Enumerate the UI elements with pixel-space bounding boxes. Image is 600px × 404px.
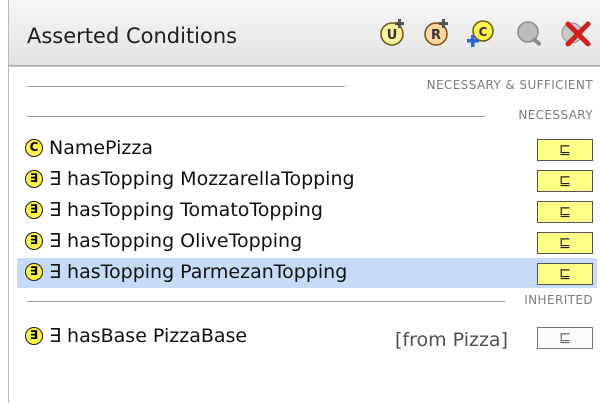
add-restriction-icon[interactable]: U: [378, 18, 408, 48]
search-icon[interactable]: [515, 18, 545, 48]
delete-icon[interactable]: [561, 18, 591, 48]
asserted-conditions-panel: Asserted Conditions U R C NECESSARY & SU…: [8, 0, 600, 404]
existential-restriction-icon: ∃: [25, 232, 43, 250]
add-named-class-icon[interactable]: R: [422, 18, 452, 48]
condition-expression: ∃ hasTopping ParmezanTopping: [49, 261, 348, 283]
panel-header: Asserted Conditions U R C: [9, 0, 600, 66]
condition-expression: NamePizza: [49, 137, 153, 159]
section-divider: [27, 301, 505, 302]
condition-expression: ∃ hasTopping MozzarellaTopping: [49, 168, 355, 190]
named-class-icon: C: [25, 139, 43, 157]
subclass-relation-button[interactable]: ⊑: [537, 263, 593, 285]
tool-glyph-u: U: [387, 28, 398, 43]
subclass-relation-button[interactable]: ⊑: [537, 139, 593, 161]
existential-restriction-icon: ∃: [25, 327, 43, 345]
existential-restriction-icon: ∃: [25, 170, 43, 188]
condition-expression: ∃ hasTopping TomatoTopping: [49, 199, 323, 221]
condition-row-selected[interactable]: ∃ ∃ hasTopping ParmezanTopping: [17, 258, 597, 288]
section-necessary-sufficient: NECESSARY & SUFFICIENT: [9, 77, 597, 95]
condition-row[interactable]: ∃ ∃ hasTopping MozzarellaTopping: [17, 165, 597, 195]
existential-restriction-icon: ∃: [25, 263, 43, 281]
section-inherited: INHERITED: [9, 292, 597, 310]
condition-row[interactable]: ∃ ∃ hasTopping TomatoTopping: [17, 196, 597, 226]
section-label: INHERITED: [524, 293, 593, 307]
create-class-icon[interactable]: C: [466, 18, 496, 48]
inherited-condition-row[interactable]: ∃ ∃ hasBase PizzaBase: [17, 322, 597, 352]
subclass-relation-button[interactable]: ⊑: [537, 232, 593, 254]
subclass-relation-button[interactable]: ⊑: [537, 170, 593, 192]
condition-expression: ∃ hasBase PizzaBase: [49, 325, 248, 347]
condition-row[interactable]: ∃ ∃ hasTopping OliveTopping: [17, 227, 597, 257]
section-necessary: NECESSARY: [9, 107, 597, 125]
section-label: NECESSARY & SUFFICIENT: [426, 78, 593, 92]
section-label: NECESSARY: [518, 108, 593, 122]
subclass-relation-button[interactable]: ⊑: [537, 327, 593, 349]
section-divider: [27, 116, 485, 117]
section-divider: [27, 86, 345, 87]
panel-title: Asserted Conditions: [27, 24, 238, 48]
subclass-relation-button[interactable]: ⊑: [537, 201, 593, 223]
tool-glyph-c: C: [479, 25, 488, 39]
tool-glyph-r: R: [431, 28, 441, 43]
existential-restriction-icon: ∃: [25, 201, 43, 219]
condition-expression: ∃ hasTopping OliveTopping: [49, 230, 303, 252]
inherited-from-label: [from Pizza]: [395, 329, 508, 351]
condition-row[interactable]: C NamePizza: [17, 134, 597, 164]
